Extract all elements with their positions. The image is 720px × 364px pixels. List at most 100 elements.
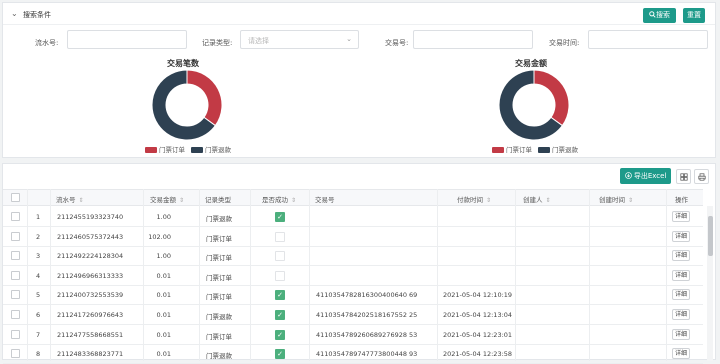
table-row[interactable]: 5 2112400732553539 0.01 门票订单 ✓ 41103547828163…	[3, 285, 703, 306]
row-checkbox[interactable]	[11, 349, 20, 359]
row-serial: 2112455193323740	[57, 213, 124, 221]
row-serial: 2112400732553539	[57, 291, 124, 300]
row-trade-no: 4110354789747773800448 93	[316, 350, 418, 359]
table-row[interactable]: 1 2112455193323740 1.00 门票退款 ✓ 详细	[3, 207, 703, 227]
col-create-time-label: 创建时间	[599, 196, 625, 204]
legend-item: 门票退款	[538, 144, 578, 154]
select-all-checkbox[interactable]	[11, 193, 20, 202]
success-check-icon: ✓	[275, 329, 285, 340]
col-amount[interactable]: 交易金额 ⇕	[150, 194, 184, 204]
success-empty-box	[275, 251, 285, 262]
row-serial: 2112483368823771	[57, 350, 124, 359]
print-icon	[697, 173, 706, 181]
row-pay-time: 2021-05-04 12:10:19	[443, 291, 513, 300]
record-type-placeholder: 请选择	[248, 37, 269, 45]
sort-icon: ⇕	[78, 197, 84, 204]
col-pay-time[interactable]: 付款时间 ⇕	[457, 194, 491, 204]
record-type-select[interactable]: 请选择 ⌄	[240, 30, 359, 49]
sort-icon: ⇕	[486, 197, 492, 204]
row-index: 7	[36, 330, 41, 339]
row-checkbox[interactable]	[11, 270, 20, 280]
search-title: 搜索条件	[23, 11, 51, 19]
row-index: 1	[36, 213, 41, 221]
row-record-type: 门票退款	[206, 352, 232, 361]
table-row[interactable]: 7 2112477558668551 0.01 门票订单 ✓ 41103547892606…	[3, 325, 703, 345]
search-header[interactable]: ⌄ 搜索条件	[3, 3, 715, 25]
grid-icon	[679, 173, 688, 181]
legend-item: 门票订单	[145, 144, 185, 154]
trade-time-input[interactable]	[588, 30, 708, 49]
columns-toggle-button[interactable]	[676, 169, 691, 184]
row-serial: 2112492224128304	[57, 252, 124, 261]
table-row[interactable]: 4 2112496966313333 0.01 门票订单 详细	[3, 266, 703, 286]
col-trade-no: 交易号	[315, 196, 335, 204]
row-checkbox[interactable]	[11, 290, 20, 300]
detail-button[interactable]: 详细	[672, 328, 690, 340]
sort-icon: ⇕	[545, 197, 551, 204]
reset-button[interactable]: 重置	[683, 8, 705, 23]
col-pay-time-label: 付款时间	[457, 196, 483, 204]
print-button[interactable]	[694, 169, 709, 184]
detail-button[interactable]: 详细	[672, 289, 690, 301]
success-check-icon: ✓	[275, 310, 285, 320]
table-row[interactable]: 3 2112492224128304 1.00 门票订单 详细	[3, 246, 703, 267]
detail-button[interactable]: 详细	[672, 269, 690, 281]
legend-label: 门票订单	[506, 146, 532, 154]
legend-item: 门票退款	[191, 144, 231, 154]
count-chart-legend: 门票订单 门票退款	[145, 144, 237, 154]
serial-input[interactable]	[67, 30, 187, 49]
row-checkbox[interactable]	[11, 251, 20, 261]
search-button-label: 搜索	[656, 11, 670, 19]
legend-label: 门票退款	[205, 146, 231, 154]
detail-button[interactable]: 详细	[672, 348, 690, 360]
legend-item: 门票订单	[492, 144, 532, 154]
export-excel-button[interactable]: 导出Excel	[620, 168, 671, 184]
row-record-type: 门票订单	[206, 293, 232, 302]
row-serial: 2112417260976643	[57, 311, 124, 319]
detail-button[interactable]: 详细	[672, 230, 690, 242]
success-check-icon: ✓	[275, 212, 285, 222]
row-index: 8	[36, 350, 41, 359]
search-button[interactable]: 搜索	[643, 8, 676, 23]
row-serial: 2112477558668551	[57, 330, 124, 339]
legend-swatch	[191, 147, 203, 153]
row-checkbox[interactable]	[11, 231, 20, 241]
chevron-down-icon: ⌄	[346, 35, 352, 43]
success-check-icon: ✓	[275, 349, 285, 360]
row-pay-time: 2021-05-04 12:23:01	[443, 330, 513, 339]
legend-swatch	[492, 147, 504, 153]
detail-button[interactable]: 详细	[672, 309, 690, 320]
table-row[interactable]: 8 2112483368823771 0.01 门票退款 ✓ 41103547897477…	[3, 344, 703, 364]
row-record-type: 门票订单	[206, 234, 232, 243]
legend-swatch	[145, 147, 157, 153]
trade-no-input[interactable]	[413, 30, 533, 49]
row-serial: 2112496966313333	[57, 271, 124, 280]
table-row[interactable]: 6 2112417260976643 0.01 门票退款 ✓ 41103547842025…	[3, 305, 703, 325]
row-pay-time: 2021-05-04 12:23:58	[443, 350, 513, 359]
table-scrollbar-thumb[interactable]	[708, 216, 713, 256]
export-excel-label: 导出Excel	[633, 172, 667, 180]
row-checkbox[interactable]	[11, 310, 20, 319]
table-row[interactable]: 2 2112460575372443 102.00 门票订单 详细	[3, 227, 703, 247]
sort-icon: ⇕	[628, 197, 634, 204]
chevron-down-icon[interactable]: ⌄	[11, 9, 18, 18]
row-checkbox[interactable]	[11, 329, 20, 339]
row-index: 4	[36, 271, 41, 280]
serial-label: 流水号:	[35, 39, 59, 47]
detail-button[interactable]: 详细	[672, 211, 690, 222]
row-record-type: 门票订单	[206, 273, 232, 282]
row-index: 6	[36, 311, 41, 319]
col-create-time[interactable]: 创建时间 ⇕	[599, 194, 633, 204]
col-creator[interactable]: 创建人 ⇕	[523, 194, 551, 204]
col-serial[interactable]: 流水号 ⇕	[56, 194, 84, 204]
row-record-type: 门票订单	[206, 254, 232, 263]
success-empty-box	[275, 231, 285, 242]
row-index: 5	[36, 291, 41, 300]
col-success[interactable]: 是否成功 ⇕	[262, 194, 296, 204]
amount-donut-chart	[498, 69, 570, 141]
table-header: 流水号 ⇕ 交易金额 ⇕ 记录类型 是否成功 ⇕ 交易号 付款时间 ⇕ 创建人 ⇕ 创建时…	[3, 189, 703, 206]
row-checkbox[interactable]	[11, 212, 20, 221]
row-trade-no: 4110354784202518167552 25	[316, 311, 418, 319]
detail-button[interactable]: 详细	[672, 250, 690, 262]
sort-icon: ⇕	[179, 197, 185, 204]
